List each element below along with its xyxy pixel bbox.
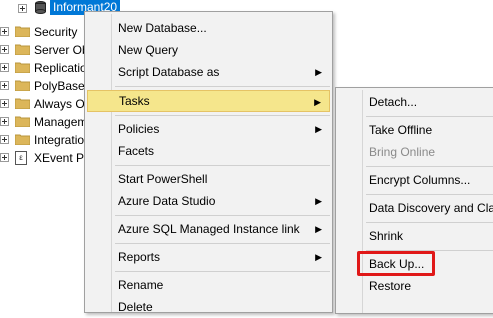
menu-item-label: Restore xyxy=(369,279,412,293)
menu-item-label: Rename xyxy=(118,278,164,292)
expand-icon[interactable] xyxy=(0,81,9,90)
expand-icon[interactable] xyxy=(18,4,27,13)
menu-item-label: New Query xyxy=(118,43,179,57)
menu-item-label: Data Discovery and Clas xyxy=(369,201,493,215)
tree-node-label: PolyBase xyxy=(34,79,85,93)
expand-icon[interactable] xyxy=(0,63,9,72)
menu-item-label: Start PowerShell xyxy=(118,172,208,186)
tree-node-label: XEvent Pr xyxy=(34,151,89,165)
menu-item-script-database-as[interactable]: Script Database as ▶ xyxy=(87,61,330,83)
menu-item-take-offline[interactable]: Take Offline xyxy=(338,119,493,141)
menu-separator xyxy=(115,215,330,216)
menu-item-label: Facets xyxy=(118,144,155,158)
menu-separator xyxy=(366,116,493,117)
submenu-arrow-icon: ▶ xyxy=(315,224,322,234)
menu-item-label: Detach... xyxy=(369,95,418,109)
tree-node-label: Security xyxy=(34,25,78,39)
menu-item-start-powershell[interactable]: Start PowerShell xyxy=(87,168,330,190)
database-icon xyxy=(35,1,46,14)
menu-item-detach[interactable]: Detach... xyxy=(338,91,493,113)
submenu-arrow-icon: ▶ xyxy=(314,97,321,107)
folder-icon xyxy=(15,134,30,145)
menu-item-label: Tasks xyxy=(119,94,150,108)
menu-item-bring-online: Bring Online xyxy=(338,141,493,163)
menu-separator xyxy=(115,115,330,116)
expand-icon[interactable] xyxy=(0,45,9,54)
menu-item-encrypt-columns[interactable]: Encrypt Columns... xyxy=(338,169,493,191)
highlight-callout-box xyxy=(357,251,435,276)
menu-item-label: Encrypt Columns... xyxy=(369,173,471,187)
expand-icon[interactable] xyxy=(0,153,9,162)
folder-icon xyxy=(15,98,30,109)
submenu-arrow-icon: ▶ xyxy=(315,252,322,262)
submenu-arrow-icon: ▶ xyxy=(315,196,322,206)
folder-icon xyxy=(15,26,30,37)
menu-separator xyxy=(115,86,330,87)
tree-node-label: Always O xyxy=(34,97,85,111)
menu-item-policies[interactable]: Policies ▶ xyxy=(87,118,330,140)
menu-item-restore[interactable]: Restore xyxy=(338,275,493,297)
menu-item-rename[interactable]: Rename xyxy=(87,274,330,296)
menu-item-label: Azure SQL Managed Instance link xyxy=(118,222,300,236)
submenu-arrow-icon: ▶ xyxy=(315,124,322,134)
menu-item-label: Script Database as xyxy=(118,65,220,79)
tree-node-label: Managem xyxy=(34,115,88,129)
menu-item-shrink[interactable]: Shrink xyxy=(338,225,493,247)
tree-node-label: Integratio xyxy=(34,133,85,147)
expand-icon[interactable] xyxy=(0,99,9,108)
expand-icon[interactable] xyxy=(0,135,9,144)
expand-icon[interactable] xyxy=(0,117,9,126)
menu-item-label: Delete xyxy=(118,300,153,314)
menu-item-data-discovery[interactable]: Data Discovery and Clas xyxy=(338,197,493,219)
expand-icon[interactable] xyxy=(0,27,9,36)
menu-item-label: Take Offline xyxy=(369,123,433,137)
menu-item-azure-data-studio[interactable]: Azure Data Studio ▶ xyxy=(87,190,330,212)
menu-item-delete[interactable]: Delete xyxy=(87,296,330,318)
tree-node-label: Server Ob xyxy=(34,43,89,57)
menu-item-azure-sql-mi-link[interactable]: Azure SQL Managed Instance link ▶ xyxy=(87,218,330,240)
tasks-submenu: Detach... Take Offline Bring Online Encr… xyxy=(335,87,493,314)
menu-separator xyxy=(115,271,330,272)
folder-icon xyxy=(15,116,30,127)
menu-item-label: Shrink xyxy=(369,229,404,243)
menu-item-reports[interactable]: Reports ▶ xyxy=(87,246,330,268)
tree-node-label: Replicatio xyxy=(34,61,87,75)
menu-item-label: Reports xyxy=(118,250,161,264)
folder-icon xyxy=(15,80,30,91)
menu-item-label: Azure Data Studio xyxy=(118,194,216,208)
menu-item-label: New Database... xyxy=(118,21,207,35)
folder-icon xyxy=(15,62,30,73)
folder-icon xyxy=(15,44,30,55)
menu-item-facets[interactable]: Facets xyxy=(87,140,330,162)
menu-item-label: Policies xyxy=(118,122,160,136)
menu-separator xyxy=(366,222,493,223)
menu-separator xyxy=(115,243,330,244)
xevent-icon: ε xyxy=(15,151,27,165)
menu-item-label: Bring Online xyxy=(369,145,436,159)
menu-separator xyxy=(115,165,330,166)
menu-item-new-database[interactable]: New Database... xyxy=(87,17,330,39)
context-menu: New Database... New Query Script Databas… xyxy=(84,11,333,314)
menu-item-tasks[interactable]: Tasks ▶ xyxy=(87,90,330,112)
submenu-arrow-icon: ▶ xyxy=(315,67,322,77)
menu-separator xyxy=(366,166,493,167)
menu-separator xyxy=(366,194,493,195)
menu-item-new-query[interactable]: New Query xyxy=(87,39,330,61)
